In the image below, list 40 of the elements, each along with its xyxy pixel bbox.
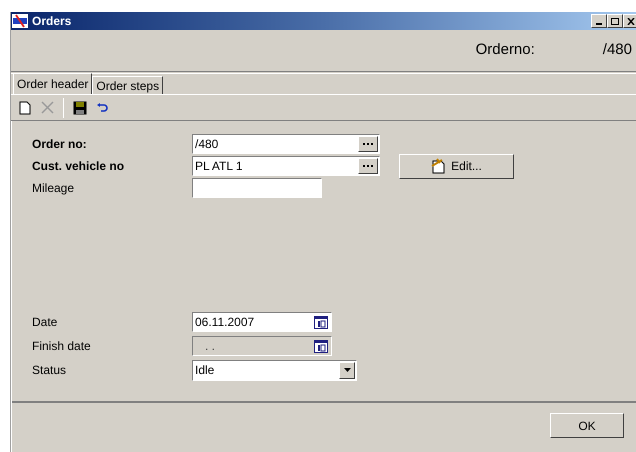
maximize-button[interactable] [607, 14, 623, 28]
browse-button[interactable] [358, 158, 378, 174]
text-field[interactable] [192, 178, 322, 198]
order-number-value: /480 [602, 40, 632, 60]
close-icon [40, 101, 54, 114]
field-label: Order no: [32, 136, 88, 153]
calendar-button[interactable] [312, 314, 330, 330]
close-button[interactable] [623, 14, 636, 28]
maximize-icon [611, 18, 619, 24]
edit-document-icon [431, 158, 448, 174]
dropdown-button[interactable] [339, 362, 355, 378]
field-value: 06.11.2007 [194, 316, 256, 328]
document-icon [19, 100, 31, 114]
edit-button[interactable]: Edit... [399, 154, 514, 178]
field-label: Status [32, 362, 68, 379]
close-icon [627, 18, 635, 24]
field-label: Cust. vehicle no [32, 158, 126, 175]
field-label: Date [32, 314, 58, 331]
lookup-field[interactable]: /480 [192, 134, 380, 154]
field-value: Idle [194, 362, 216, 379]
field-value: . . [204, 340, 216, 352]
window-title: Orders [32, 13, 72, 30]
order-number-label: Orderno: [476, 40, 535, 60]
calendar-icon [314, 316, 328, 328]
tab[interactable]: Order steps [92, 76, 164, 94]
date-field[interactable]: 06.11.2007 [192, 312, 332, 332]
undo-icon [96, 102, 108, 112]
calendar-icon [314, 340, 328, 352]
lookup-field[interactable]: PL ATL 1 [192, 156, 380, 176]
status-dropdown[interactable]: Idle [192, 360, 357, 380]
field-label: Finish date [32, 338, 92, 355]
app-icon [12, 14, 28, 28]
browse-button[interactable] [358, 136, 378, 152]
ok-button[interactable]: OK [550, 413, 624, 438]
field-value: /480 [194, 138, 220, 150]
field-label: Mileage [32, 180, 76, 197]
tab[interactable]: Order header [13, 73, 92, 94]
minimize-button[interactable] [591, 14, 607, 28]
caret-down-icon [344, 368, 350, 372]
field-value: PL ATL 1 [194, 160, 244, 172]
